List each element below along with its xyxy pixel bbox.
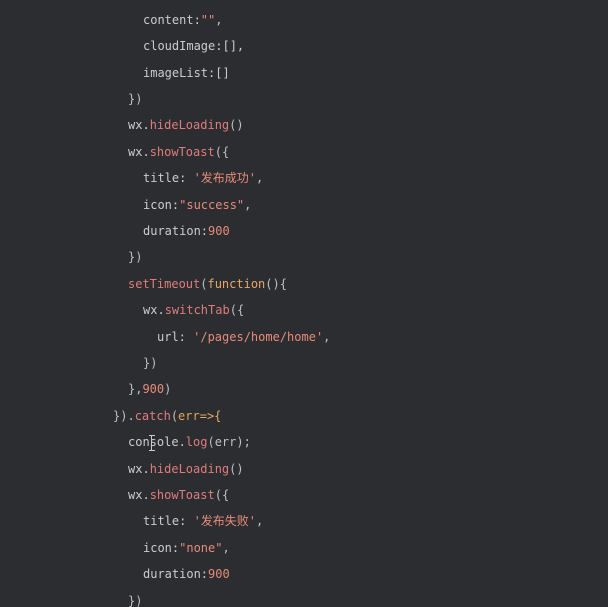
code-token: function bbox=[207, 277, 266, 291]
code-line[interactable]: icon:"none", bbox=[143, 539, 230, 557]
code-token: }, bbox=[128, 382, 143, 396]
code-line[interactable]: content:"", bbox=[143, 11, 222, 29]
code-token: () bbox=[229, 462, 244, 476]
code-token: (err); bbox=[207, 435, 251, 449]
code-token: '发布失败' bbox=[193, 514, 257, 528]
code-line[interactable]: }) bbox=[128, 248, 142, 266]
code-token: title: bbox=[143, 171, 194, 185]
code-line[interactable]: duration:900 bbox=[143, 222, 230, 240]
code-token: , bbox=[222, 541, 230, 555]
code-token: setTimeout bbox=[128, 277, 201, 291]
code-token: , bbox=[256, 171, 264, 185]
code-line[interactable]: }).catch(err=>{ bbox=[113, 407, 221, 425]
code-token: "success" bbox=[179, 198, 245, 212]
code-token: ({ bbox=[229, 303, 245, 317]
code-token: duration: bbox=[143, 567, 209, 581]
code-line[interactable]: duration:900 bbox=[143, 565, 230, 583]
code-token: console. bbox=[128, 435, 186, 449]
code-line[interactable]: wx.showToast({ bbox=[128, 143, 229, 161]
code-token: wx. bbox=[143, 303, 165, 317]
code-line[interactable]: }) bbox=[128, 592, 142, 607]
code-token: , bbox=[244, 198, 252, 212]
code-token: (){ bbox=[265, 277, 287, 291]
code-token: icon: bbox=[143, 541, 180, 555]
code-token: '/pages/home/home' bbox=[193, 330, 324, 344]
code-token: duration: bbox=[143, 224, 209, 238]
code-token: ) bbox=[164, 382, 172, 396]
code-line[interactable]: wx.showToast({ bbox=[128, 486, 229, 504]
code-token: catch bbox=[134, 409, 171, 423]
code-editor[interactable]: content:"", cloudImage:[], imageList:[]}) w… bbox=[0, 0, 608, 607]
code-token: '发布成功' bbox=[193, 171, 257, 185]
code-line[interactable]: wx.hideLoading() bbox=[128, 116, 244, 134]
code-token: }) bbox=[128, 92, 143, 106]
code-token: () bbox=[229, 118, 244, 132]
code-token: err bbox=[178, 409, 200, 423]
code-line[interactable]: console.log(err); bbox=[128, 433, 251, 451]
code-token: wx. bbox=[128, 462, 150, 476]
code-token: showToast bbox=[149, 145, 215, 159]
code-token: , bbox=[323, 330, 331, 344]
code-line[interactable]: wx.switchTab({ bbox=[143, 301, 244, 319]
code-token: log bbox=[185, 435, 208, 449]
code-token: }) bbox=[128, 594, 143, 607]
code-token: 900 bbox=[208, 567, 230, 581]
code-line[interactable]: icon:"success", bbox=[143, 196, 251, 214]
code-token: , bbox=[256, 514, 264, 528]
code-token: wx. bbox=[128, 145, 150, 159]
code-token: =>{ bbox=[199, 409, 222, 423]
code-line[interactable]: wx.hideLoading() bbox=[128, 460, 244, 478]
code-token: ({ bbox=[214, 145, 230, 159]
code-token: switchTab bbox=[164, 303, 230, 317]
code-token: imageList:[] bbox=[143, 66, 230, 80]
code-line[interactable]: title: '发布失败', bbox=[143, 512, 263, 530]
code-line[interactable]: }) bbox=[128, 90, 142, 108]
code-token: "none" bbox=[179, 541, 223, 555]
code-token: hideLoading bbox=[149, 462, 230, 476]
code-token: }) bbox=[128, 250, 143, 264]
code-token: }) bbox=[143, 356, 158, 370]
code-token: ( bbox=[170, 409, 179, 423]
code-line[interactable]: },900) bbox=[128, 380, 171, 398]
code-token: 900 bbox=[208, 224, 230, 238]
code-token: url: bbox=[157, 330, 194, 344]
code-token: cloudImage:[], bbox=[143, 39, 245, 53]
code-line[interactable]: url: '/pages/home/home', bbox=[157, 328, 330, 346]
code-line[interactable]: }) bbox=[143, 354, 157, 372]
code-token: 900 bbox=[142, 382, 165, 396]
code-token: icon: bbox=[143, 198, 180, 212]
code-token: "" bbox=[200, 13, 216, 27]
code-token: wx. bbox=[128, 118, 150, 132]
code-line[interactable]: imageList:[] bbox=[143, 64, 230, 82]
code-token: , bbox=[215, 13, 223, 27]
code-token: ({ bbox=[214, 488, 230, 502]
code-token: content: bbox=[143, 13, 201, 27]
code-token: showToast bbox=[149, 488, 215, 502]
code-line[interactable]: setTimeout(function(){ bbox=[128, 275, 287, 293]
code-token: title: bbox=[143, 514, 194, 528]
code-token: wx. bbox=[128, 488, 150, 502]
code-token: }). bbox=[113, 409, 135, 423]
code-line[interactable]: cloudImage:[], bbox=[143, 37, 244, 55]
code-line[interactable]: title: '发布成功', bbox=[143, 169, 263, 187]
code-token: hideLoading bbox=[149, 118, 230, 132]
